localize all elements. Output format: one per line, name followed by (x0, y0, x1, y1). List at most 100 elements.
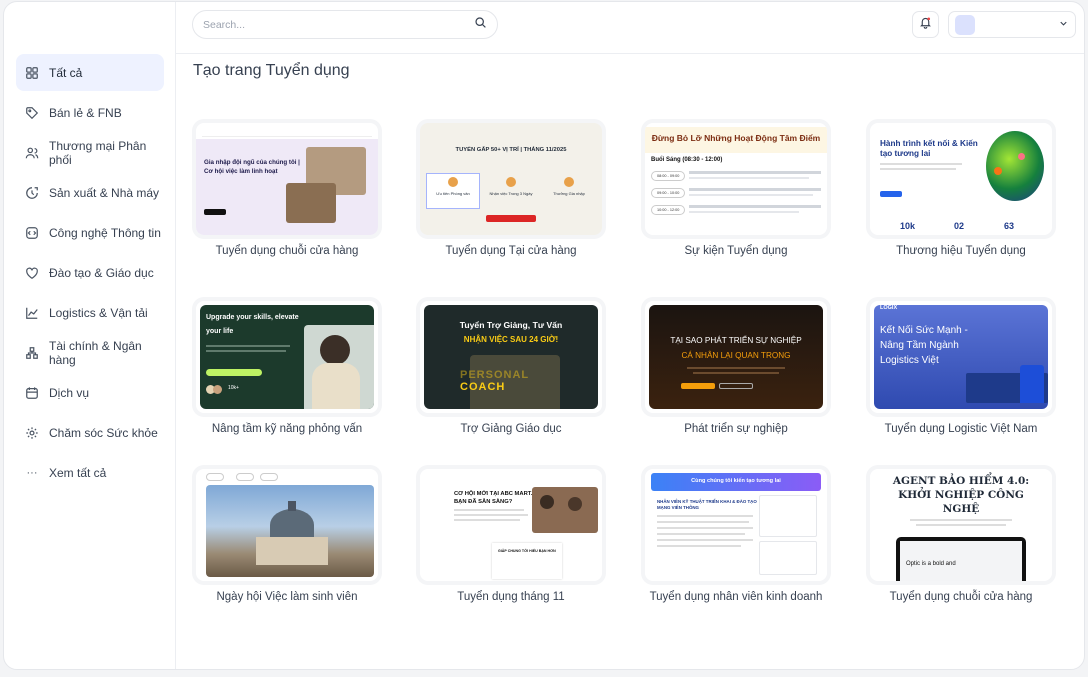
sidebar-item-label: Chăm sóc Sức khỏe (49, 425, 158, 440)
template-thumbnail: Hành trình kết nối & Kiến tạo tương lai … (870, 123, 1052, 235)
sidebar-item-label: Dịch vụ (49, 385, 90, 400)
thumb-time-3: 10:00 - 12:00 (651, 205, 686, 216)
template-thumbnail: Đừng Bỏ Lỡ Những Hoạt Động Tâm Điểm Buổi… (645, 123, 827, 235)
sidebar-item-healthcare[interactable]: Chăm sóc Sức khỏe (16, 414, 164, 451)
thumb-headline-2: your life (206, 328, 234, 335)
users-icon (25, 146, 39, 160)
chevron-down-icon (1058, 16, 1069, 34)
template-card[interactable]: Upgrade your skills, elevate your life 1… (196, 301, 378, 435)
template-card[interactable]: Ngày hội Việc làm sinh viên (196, 469, 378, 603)
thumb-caption: Optic is a bold and (906, 561, 956, 567)
template-card[interactable]: Gia nhập đội ngũ của chúng tôi | Cơ hội … (196, 123, 378, 257)
health-icon (25, 426, 39, 440)
template-card[interactable]: LOGIX Kết Nối Sức Mạnh - Nâng Tầm Ngành … (870, 301, 1052, 435)
app-window: Tất cả Bán lẻ & FNB Thương mại Phân phối… (3, 1, 1085, 670)
sidebar-item-label: Tài chính & Ngân hàng (49, 338, 142, 367)
user-menu[interactable] (948, 11, 1076, 38)
template-card[interactable]: CƠ HỘI MỚI TẠI ABC MART. BẠN ĐÃ SẴN SÀNG… (420, 469, 602, 603)
template-card[interactable]: Hành trình kết nối & Kiến tạo tương lai … (870, 123, 1052, 257)
thumb-headline: Upgrade your skills, elevate (206, 314, 299, 321)
thumb-headline: AGENT BẢO HIỂM 4.0: (892, 475, 1030, 487)
template-thumbnail: Cùng chúng tôi kiến tạo tương lai NHÂN V… (645, 469, 827, 581)
template-card[interactable]: Tuyển Trợ Giảng, Tư Vấn NHẬN VIỆC SAU 24… (420, 301, 602, 435)
template-card[interactable]: TẠI SAO PHÁT TRIỂN SỰ NGHIỆP CÁ NHÂN LẠI… (645, 301, 827, 435)
thumb-feature-2: Nhận việc Trong 3 Ngày (489, 191, 533, 196)
code-icon (25, 226, 39, 240)
thumb-overlay-2: COACH (460, 381, 506, 393)
sidebar-item-it[interactable]: Công nghệ Thông tin (16, 214, 164, 251)
grid-icon (25, 66, 39, 80)
tag-icon (25, 106, 39, 120)
thumb-overlay-1: PERSONAL (460, 369, 530, 381)
sidebar-item-label: Sản xuất & Nhà máy (49, 185, 160, 200)
sidebar-item-label: Tất cả (49, 65, 83, 80)
template-label: Sự kiện Tuyển dụng (684, 245, 788, 257)
template-card[interactable]: AGENT BẢO HIỂM 4.0: KHỞI NGHIỆP CÔNG NGH… (870, 469, 1052, 603)
template-label: Thương hiệu Tuyển dụng (896, 245, 1026, 257)
sidebar-item-education[interactable]: Đào tạo & Giáo dục (16, 254, 164, 291)
template-label: Tuyển dụng chuỗi cửa hàng (215, 245, 359, 257)
thumb-headline-2: Cơ hội việc làm linh hoạt (204, 168, 278, 175)
sidebar-item-view-all[interactable]: ··· Xem tất cả (16, 454, 164, 491)
thumb-headline: NHÂN VIÊN KỸ THUẬT TRIỂN KHAI & ĐÀO TẠO (657, 499, 757, 504)
template-label: Tuyển dụng tháng 11 (457, 591, 565, 603)
factory-icon (25, 186, 39, 200)
thumb-headline-2: MẠNG VIỄN THÔNG (657, 505, 699, 510)
category-list: Tất cả Bán lẻ & FNB Thương mại Phân phối… (16, 54, 164, 494)
thumb-stat-3: 63 (1004, 221, 1015, 231)
template-thumbnail: TẠI SAO PHÁT TRIỂN SỰ NGHIỆP CÁ NHÂN LẠI… (645, 301, 827, 413)
sidebar-item-label: Đào tạo & Giáo dục (49, 265, 154, 280)
template-thumbnail: Upgrade your skills, elevate your life 1… (196, 301, 378, 413)
thumb-headline: Đừng Bỏ Lỡ Những Hoạt Động Tâm Điểm (651, 133, 821, 143)
thumb-headline: Tuyển Trợ Giảng, Tư Vấn (459, 320, 563, 330)
template-label: Tuyển dụng Logistic Việt Nam (884, 423, 1038, 435)
sidebar-item-label: Logistics & Vận tải (49, 305, 148, 320)
page-title: Tạo trang Tuyển dụng (193, 62, 350, 79)
template-thumbnail (196, 469, 378, 581)
education-icon (25, 266, 39, 280)
template-card[interactable]: Đừng Bỏ Lỡ Những Hoạt Động Tâm Điểm Buổi… (645, 123, 827, 257)
thumb-stat: 10k+ (228, 385, 239, 391)
template-thumbnail: CƠ HỘI MỚI TẠI ABC MART. BẠN ĐÃ SẴN SÀNG… (420, 469, 602, 581)
sidebar-item-all[interactable]: Tất cả (16, 54, 164, 91)
sidebar-item-manufacturing[interactable]: Sản xuất & Nhà máy (16, 174, 164, 211)
calendar-icon (25, 386, 39, 400)
thumb-headline: TẠI SAO PHÁT TRIỂN SỰ NGHIỆP (670, 336, 802, 345)
bank-icon (25, 346, 39, 360)
thumb-headline-2: tạo tương lai (880, 149, 931, 158)
template-label: Phát triển sự nghiệp (684, 423, 788, 435)
thumb-feature-3: Thưởng Gia nhập (553, 191, 585, 196)
template-label: Ngày hội Việc làm sinh viên (216, 591, 358, 603)
thumb-headline: CƠ HỘI MỚI TẠI ABC MART. (454, 491, 533, 497)
thumb-headline: TUYỂN GẤP 50+ VỊ TRÍ | THÁNG 11/2025 (455, 147, 567, 153)
search-input[interactable] (203, 18, 474, 31)
thumb-headline-2: BẠN ĐÃ SẴN SÀNG? (454, 499, 513, 505)
template-thumbnail: TUYỂN GẤP 50+ VỊ TRÍ | THÁNG 11/2025 Ưu … (420, 123, 602, 235)
thumb-headline: Kết Nối Sức Mạnh - (880, 325, 968, 336)
search-icon[interactable] (474, 16, 487, 34)
thumb-time-1: 08:00 - 09:00 (651, 171, 686, 182)
thumb-headline-2: CÁ NHÂN LẠI QUAN TRỌNG (681, 351, 791, 360)
avatar (955, 14, 975, 35)
template-label: Trợ Giảng Giáo dục (460, 423, 562, 435)
template-card[interactable]: Cùng chúng tôi kiến tạo tương lai NHÂN V… (645, 469, 827, 603)
thumb-headline-2: Nâng Tầm Ngành (880, 340, 959, 351)
sidebar-item-services[interactable]: Dịch vụ (16, 374, 164, 411)
thumb-headline-2: KHỞI NGHIỆP CÔNG (898, 489, 1024, 501)
thumb-stat-2: 02 (954, 221, 965, 231)
top-bar (176, 2, 1084, 54)
sidebar-item-finance[interactable]: Tài chính & Ngân hàng (16, 334, 164, 371)
thumb-headline: Gia nhập đội ngũ của chúng tôi | (204, 159, 300, 166)
sidebar-item-logistics[interactable]: Logistics & Vận tải (16, 294, 164, 331)
sidebar-item-retail[interactable]: Bán lẻ & FNB (16, 94, 164, 131)
template-card[interactable]: TUYỂN GẤP 50+ VỊ TRÍ | THÁNG 11/2025 Ưu … (420, 123, 602, 257)
sidebar-item-distribution[interactable]: Thương mại Phân phối (16, 134, 164, 171)
notification-button[interactable] (912, 11, 939, 38)
thumb-brand: LOGIX (880, 305, 898, 311)
template-label: Nâng tầm kỹ năng phỏng vấn (211, 423, 363, 435)
sidebar-item-label: Xem tất cả (49, 465, 107, 480)
template-thumbnail: AGENT BẢO HIỂM 4.0: KHỞI NGHIỆP CÔNG NGH… (870, 469, 1052, 581)
thumb-headline: Hành trình kết nối & Kiến (880, 139, 978, 148)
more-icon: ··· (26, 466, 38, 479)
template-thumbnail: Gia nhập đội ngũ của chúng tôi | Cơ hội … (196, 123, 378, 235)
